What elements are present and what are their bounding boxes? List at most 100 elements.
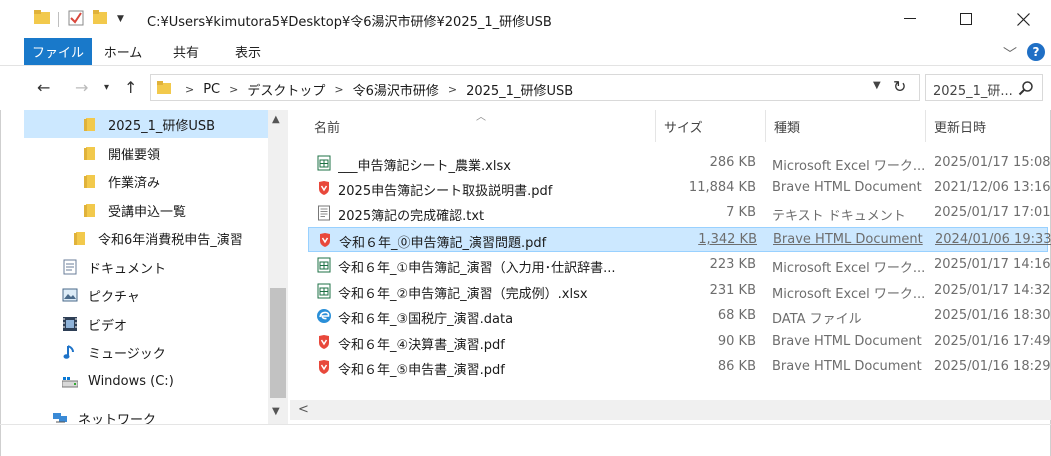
network-icon (53, 413, 67, 423)
file-type: Microsoft Excel ワーク... (772, 287, 924, 302)
folder-icon (84, 175, 95, 188)
pdf-icon (319, 335, 329, 349)
properties-check-icon[interactable] (68, 10, 84, 26)
nav-item-documents[interactable]: ドキュメント (62, 253, 166, 281)
nav-item-drive-c[interactable]: Windows (C:) (62, 367, 174, 395)
nav-item-folder[interactable]: 受講申込一覧 (82, 196, 186, 224)
forward-arrow-icon[interactable]: → (75, 78, 88, 97)
minimize-button[interactable] (887, 2, 933, 36)
breadcrumb-pc[interactable]: PC (200, 82, 223, 97)
file-row[interactable]: 令和６年_④決算書_演習.pdf 90 KB Brave HTML Docume… (308, 330, 1050, 355)
column-header-size[interactable]: サイズ (656, 110, 766, 142)
breadcrumb-folder-current[interactable]: 2025_1_研修USB (463, 80, 576, 99)
nav-item-folder[interactable]: 作業済み (82, 167, 160, 195)
nav-item-label: ドキュメント (88, 261, 167, 277)
text-file-icon (318, 205, 330, 221)
column-header-name[interactable]: 名前 (306, 110, 656, 142)
file-name: 令和６年_④決算書_演習.pdf (338, 338, 505, 353)
file-row[interactable]: 2025簿記の完成確認.txt 7 KB テキスト ドキュメント 2025/01… (308, 201, 1050, 226)
file-name: 令和６年_①申告簿記_演習（入力用･仕訳辞書... (338, 261, 616, 276)
tab-file[interactable]: ファイル (24, 38, 92, 65)
file-date: 2025/01/16 17:49 (934, 334, 1050, 349)
folder-icon (84, 118, 95, 131)
video-icon (63, 317, 77, 331)
folder-icon (157, 81, 171, 94)
maximize-button[interactable] (943, 2, 989, 36)
chevron-right-icon[interactable]: > (328, 83, 349, 96)
column-header-date[interactable]: 更新日時 (926, 110, 1051, 142)
file-type: Brave HTML Document (773, 232, 923, 247)
expand-ribbon-chevron-icon[interactable]: ﹀ (1003, 44, 1017, 64)
tab-home[interactable]: ホーム (92, 38, 154, 64)
search-icon[interactable] (1018, 80, 1034, 96)
breadcrumb-desktop[interactable]: デスクトップ (244, 80, 328, 99)
nav-item-folder[interactable]: 令和6年消費税申告_演習 (72, 224, 243, 252)
column-header-type[interactable]: 種類 (766, 110, 926, 142)
nav-item-network[interactable]: ネットワーク (52, 404, 156, 424)
file-name: 令和６年_⑤申告書_演習.pdf (338, 363, 505, 378)
file-date: 2025/01/17 17:01 (934, 205, 1050, 220)
folder-icon (34, 10, 50, 24)
file-row[interactable]: 令和６年_①申告簿記_演習（入力用･仕訳辞書... 223 KB Microso… (308, 253, 1050, 278)
nav-item-videos[interactable]: ビデオ (62, 310, 127, 338)
document-icon (63, 259, 77, 275)
scroll-down-icon[interactable]: ▼ (272, 406, 280, 417)
file-size: 286 KB (709, 155, 756, 170)
breadcrumb: > PC > デスクトップ > 令6湯沢市研修 > 2025_1_研修USB (179, 80, 576, 99)
nav-item-music[interactable]: ミュージック (62, 338, 166, 366)
file-row[interactable]: 令和６年_⑤申告書_演習.pdf 86 KB Brave HTML Docume… (308, 355, 1050, 380)
file-name: 令和６年_②申告簿記_演習（完成例）.xlsx (338, 287, 588, 302)
nav-item-label: ピクチャ (88, 289, 140, 305)
help-icon[interactable]: ? (1027, 43, 1045, 61)
nav-item-pictures[interactable]: ピクチャ (62, 281, 140, 309)
scroll-left-icon[interactable]: < (298, 402, 309, 417)
search-input[interactable]: 2025_1_研... (925, 74, 1043, 101)
file-row[interactable]: ___申告簿記シート_農業.xlsx 286 KB Microsoft Exce… (308, 151, 1050, 176)
title-bar: ▼ C:¥Users¥kimutora5¥Desktop¥令6湯沢市研修¥202… (0, 0, 1051, 38)
pdf-icon (319, 181, 329, 195)
nav-item-label: ミュージック (88, 346, 166, 362)
chevron-right-icon[interactable]: > (223, 83, 244, 96)
horizontal-scrollbar[interactable]: < (290, 400, 1051, 420)
scroll-up-icon[interactable]: ▲ (272, 114, 280, 125)
close-button[interactable] (1000, 2, 1046, 36)
recent-locations-chevron-icon[interactable]: ▾ (104, 82, 109, 93)
excel-icon (317, 155, 331, 171)
file-row-selected[interactable]: 令和６年_⓪申告簿記_演習問題.pdf 1,342 KB Brave HTML … (308, 227, 1051, 252)
nav-pane-scrollbar[interactable]: ▲ ▼ (268, 110, 288, 424)
file-list-header: ︿ 名前 サイズ 種類 更新日時 (306, 110, 1051, 142)
file-size: 223 KB (709, 257, 756, 272)
up-arrow-icon[interactable]: ↑ (124, 78, 137, 97)
file-name: 2025申告簿記シート取扱説明書.pdf (338, 184, 553, 199)
back-arrow-icon[interactable]: ← (37, 78, 50, 97)
drive-icon (62, 377, 78, 388)
tab-share[interactable]: 共有 (160, 38, 212, 64)
scrollbar-thumb[interactable] (270, 288, 286, 398)
file-row[interactable]: 令和６年_③国税庁_演習.data 68 KB DATA ファイル 2025/0… (308, 304, 1050, 329)
refresh-icon[interactable]: ↻ (893, 77, 906, 96)
nav-item-folder[interactable]: 開催要領 (82, 139, 160, 167)
file-name: ___申告簿記シート_農業.xlsx (338, 159, 511, 174)
chevron-right-icon[interactable]: > (179, 83, 200, 96)
tab-view[interactable]: 表示 (218, 38, 278, 64)
chevron-right-icon[interactable]: > (442, 83, 463, 96)
file-row[interactable]: 2025申告簿記シート取扱説明書.pdf 11,884 KB Brave HTM… (308, 176, 1050, 201)
file-size: 231 KB (709, 283, 756, 298)
address-bar[interactable]: > PC > デスクトップ > 令6湯沢市研修 > 2025_1_研修USB ▼… (150, 74, 920, 101)
nav-item-label: 作業済み (108, 175, 161, 191)
file-type: Microsoft Excel ワーク... (772, 261, 924, 276)
maximize-icon (960, 13, 972, 25)
nav-item-label: ネットワーク (78, 412, 157, 425)
file-row[interactable]: 令和６年_②申告簿記_演習（完成例）.xlsx 231 KB Microsoft… (308, 279, 1050, 304)
address-dropdown-chevron-icon[interactable]: ▼ (873, 80, 881, 91)
nav-item-label: Windows (C:) (88, 373, 174, 389)
breadcrumb-folder-training[interactable]: 令6湯沢市研修 (350, 80, 442, 99)
toolbar-separator (58, 12, 59, 27)
picture-icon (62, 288, 78, 302)
nav-item-current-folder[interactable]: 2025_1_研修USB (24, 110, 268, 138)
customize-toolbar-chevron-icon[interactable]: ▼ (117, 10, 124, 28)
pdf-icon (320, 233, 330, 247)
file-size: 68 KB (717, 308, 756, 323)
folder-icon (84, 204, 95, 217)
new-folder-icon[interactable] (93, 10, 107, 24)
